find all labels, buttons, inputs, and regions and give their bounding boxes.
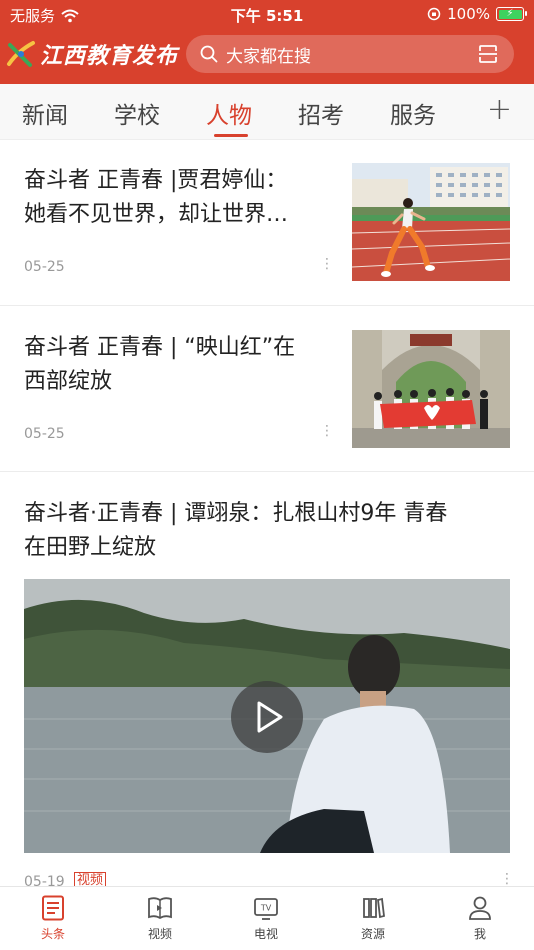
nav-label: 电视 xyxy=(253,927,278,941)
video-book-icon xyxy=(148,897,172,920)
nav-tv[interactable]: TV 电视 xyxy=(236,895,296,942)
logo-text: 江西教育发布 xyxy=(40,43,179,69)
tv-icon: TV xyxy=(254,898,278,920)
add-tab-button[interactable]: + xyxy=(487,92,512,127)
nav-label: 头条 xyxy=(40,927,65,941)
more-options-icon[interactable]: ⋮ xyxy=(320,257,334,271)
article-date: 05-25 xyxy=(24,259,65,275)
headline-icon xyxy=(42,895,64,921)
search-placeholder: 大家都在搜 xyxy=(226,46,311,67)
nav-headline[interactable]: 头条 xyxy=(23,895,83,942)
more-options-icon[interactable]: ⋮ xyxy=(320,424,334,438)
status-right: 100% ⚡ xyxy=(427,5,527,23)
app-header: 无服务 下午 5:51 100% ⚡ 江西教育发布 大家都在搜 xyxy=(0,0,534,84)
more-options-icon[interactable]: ⋮ xyxy=(500,872,514,886)
active-tab-indicator xyxy=(214,134,248,137)
video-player[interactable] xyxy=(24,579,510,853)
divider xyxy=(0,305,534,306)
status-bar: 无服务 下午 5:51 100% ⚡ xyxy=(0,0,534,28)
bottom-navigation: 头条 视频 TV 电视 资源 我 xyxy=(0,886,534,950)
svg-text:TV: TV xyxy=(260,904,272,913)
category-tabs: 新闻 学校 人物 招考 服务 + xyxy=(0,84,534,140)
scan-icon[interactable] xyxy=(478,44,498,64)
logo-mark-icon xyxy=(7,41,35,67)
search-bar[interactable]: 大家都在搜 xyxy=(186,35,514,73)
app-bar: 江西教育发布 大家都在搜 xyxy=(0,30,534,80)
article-title: 奋斗者·正青春 | 谭翊泉：扎根山村9年 青春 在田野上绽放 xyxy=(24,501,448,560)
nav-label: 视频 xyxy=(147,927,172,941)
runner-photo xyxy=(352,163,510,281)
tab-exams[interactable]: 招考 xyxy=(298,96,344,130)
article-thumbnail[interactable] xyxy=(352,330,510,448)
tab-news[interactable]: 新闻 xyxy=(22,96,68,130)
article-thumbnail[interactable] xyxy=(352,163,510,281)
nav-label: 资源 xyxy=(360,927,385,941)
nav-video[interactable]: 视频 xyxy=(130,895,190,942)
divider xyxy=(0,471,534,472)
tab-people[interactable]: 人物 xyxy=(206,96,252,130)
search-icon xyxy=(200,45,218,63)
resource-icon xyxy=(363,897,385,919)
profile-icon xyxy=(469,896,491,920)
nav-label: 我 xyxy=(473,927,486,941)
nav-resources[interactable]: 资源 xyxy=(343,895,403,942)
group-photo xyxy=(352,330,510,448)
tab-services[interactable]: 服务 xyxy=(390,96,436,130)
battery-percent: 100% xyxy=(447,5,490,23)
battery-icon: ⚡ xyxy=(496,7,527,21)
article-date: 05-25 xyxy=(24,426,65,442)
nav-profile[interactable]: 我 xyxy=(450,895,510,942)
play-button[interactable] xyxy=(231,681,303,753)
article-title: 奋斗者 正青春 |贾君婷仙： 她看不见世界，却让世界… xyxy=(24,168,289,227)
orientation-lock-icon xyxy=(427,7,441,21)
article-title: 奋斗者 正青春 | “映山红”在 西部绽放 xyxy=(24,335,296,394)
play-icon xyxy=(257,701,283,733)
tab-schools[interactable]: 学校 xyxy=(114,96,160,130)
brand-logo[interactable]: 江西教育发布 xyxy=(6,38,178,70)
